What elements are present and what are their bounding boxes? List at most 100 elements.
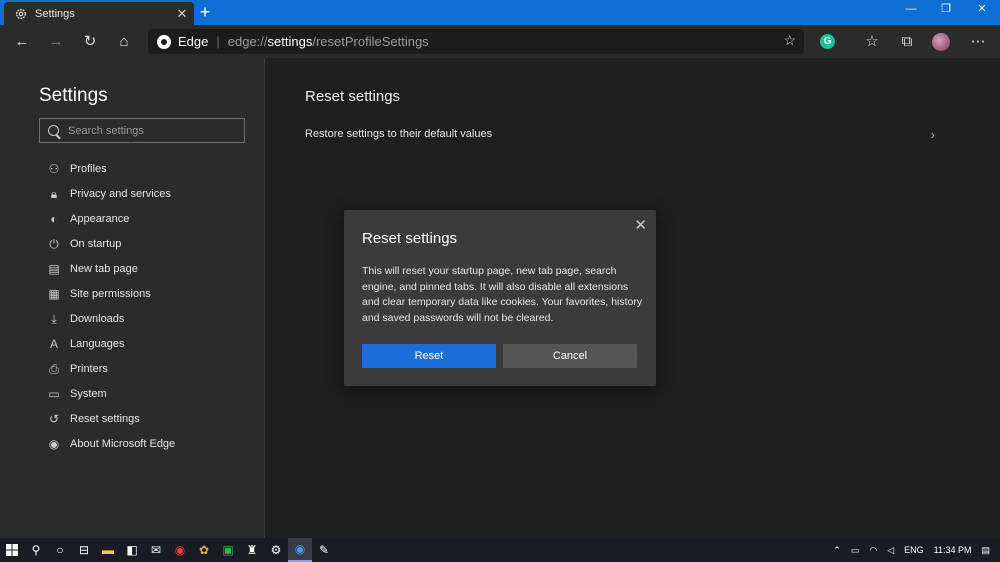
url-scheme: edge://: [227, 34, 268, 49]
palette-icon: ◐: [50, 211, 58, 226]
address-bar[interactable]: Edge | edge://settings/resetProfileSetti…: [148, 29, 804, 54]
home-icon[interactable]: ⌂: [113, 31, 135, 53]
settings-nav: ⚇ Profiles 🔒︎ Privacy and services ◐ Appear…: [47, 156, 175, 456]
search-box[interactable]: [39, 118, 245, 143]
restore-defaults-label: Restore settings to their default values: [305, 128, 493, 140]
sidebar-item-languages[interactable]: A Languages: [47, 331, 175, 356]
forward-icon[interactable]: →: [45, 31, 67, 53]
minimize-button[interactable]: —: [893, 0, 929, 20]
lock-icon: 🔒︎: [50, 186, 58, 201]
notifications-icon[interactable]: ▤: [981, 545, 990, 556]
back-icon[interactable]: ←: [11, 31, 33, 53]
download-icon: ⤓: [51, 311, 57, 326]
dialog-title: Reset settings: [362, 230, 458, 247]
camtasia-icon[interactable]: ▣: [216, 538, 240, 562]
file-explorer-icon[interactable]: ▬: [96, 538, 120, 562]
title-bar: Settings ✕ + — ❐ ✕: [0, 0, 1000, 25]
chrome-icon[interactable]: ◉: [168, 538, 192, 562]
settings-icon[interactable]: ⚙: [264, 538, 288, 562]
reset-settings-dialog: ✕ Reset settings This will reset your st…: [344, 210, 656, 386]
edge-taskbar-icon[interactable]: ◉: [288, 538, 312, 562]
sidebar-item-label: Languages: [70, 337, 125, 350]
favorites-icon[interactable]: ☆: [861, 31, 883, 53]
tab-close-icon[interactable]: ✕: [176, 6, 188, 22]
url-host: settings: [267, 34, 313, 49]
sidebar-item-label: Site permissions: [70, 287, 151, 300]
store-icon[interactable]: ◧: [120, 538, 144, 562]
volume-icon[interactable]: ◁: [887, 545, 894, 556]
page-title: Reset settings: [305, 88, 401, 105]
close-icon[interactable]: ✕: [634, 216, 647, 234]
sidebar-title: Settings: [39, 85, 108, 106]
site-name: Edge: [178, 34, 209, 49]
sidebar-item-label: On startup: [70, 237, 122, 250]
url-path: /resetProfileSettings: [312, 34, 429, 49]
sidebar-item-label: System: [70, 387, 107, 400]
favorite-star-icon[interactable]: ☆: [783, 32, 796, 49]
battery-icon[interactable]: ▭: [851, 545, 860, 556]
avatar[interactable]: [932, 33, 950, 51]
dialog-body: This will reset your startup page, new t…: [362, 265, 643, 324]
mail-icon[interactable]: ✉: [144, 538, 168, 562]
sidebar-item-downloads[interactable]: ⤓ Downloads: [47, 306, 175, 331]
sidebar-item-label: Downloads: [70, 312, 125, 325]
wifi-icon[interactable]: ◠: [869, 545, 877, 556]
edge-icon: ◉: [48, 436, 60, 451]
sidebar-item-appearance[interactable]: ◐ Appearance: [47, 206, 175, 231]
sidebar-item-site-permissions[interactable]: ▦ Site permissions: [47, 281, 175, 306]
printer-icon: ⎙: [49, 361, 59, 376]
tab-title: Settings: [35, 7, 75, 20]
sidebar-item-profiles[interactable]: ⚇ Profiles: [47, 156, 175, 181]
windows-start-icon[interactable]: [0, 538, 24, 562]
system-tray: ⌃ ▭ ◠ ◁ ENG 11:34 PM ▤: [828, 538, 1000, 562]
search-input[interactable]: [68, 124, 228, 137]
tab-settings[interactable]: Settings ✕: [4, 2, 194, 25]
sidebar-item-about[interactable]: ◉ About Microsoft Edge: [47, 431, 175, 456]
edge-icon: [157, 34, 171, 49]
sidebar-item-startup[interactable]: ⏻ On startup: [47, 231, 175, 256]
clock[interactable]: 11:34 PM: [934, 545, 972, 555]
settings-sidebar: Settings ⚇ Profiles 🔒︎ Privacy and service…: [0, 58, 265, 538]
gear-icon: [15, 8, 27, 19]
sidebar-item-label: Profiles: [70, 162, 107, 175]
languages-icon: A: [49, 336, 58, 351]
app2-icon[interactable]: ♜: [240, 538, 264, 562]
person-icon: ⚇: [48, 161, 60, 176]
restore-button[interactable]: ❐: [928, 0, 964, 20]
reset-button[interactable]: Reset: [362, 344, 496, 368]
laptop-icon: ▭: [48, 386, 60, 401]
restore-defaults-row[interactable]: Restore settings to their default values…: [305, 127, 935, 144]
sidebar-item-new-tab[interactable]: ▤ New tab page: [47, 256, 175, 281]
new-tab-button[interactable]: +: [196, 1, 214, 23]
cortana-icon[interactable]: ○: [48, 538, 72, 562]
language-indicator[interactable]: ENG: [904, 545, 924, 555]
more-icon[interactable]: ⋯: [967, 31, 989, 53]
permissions-icon: ▦: [48, 286, 60, 301]
search-icon[interactable]: ⚲: [24, 538, 48, 562]
sidebar-item-label: Appearance: [70, 212, 130, 225]
browser-toolbar: ← → ↻ ⌂ Edge | edge://settings/resetProf…: [0, 25, 1000, 58]
task-view-icon[interactable]: ⊟: [72, 538, 96, 562]
refresh-icon[interactable]: ↻: [79, 31, 101, 53]
taskbar: ⚲ ○ ⊟ ▬ ◧ ✉ ◉ ✿ ▣ ♜ ⚙ ◉ ✎ ⌃ ▭ ◠ ◁ ENG 11…: [0, 538, 1000, 562]
collections-icon[interactable]: ⧉: [896, 31, 918, 53]
sidebar-item-reset-settings[interactable]: ↺ Reset settings: [47, 406, 175, 431]
paint-icon[interactable]: ✎: [312, 538, 336, 562]
power-icon: ⏻: [49, 236, 59, 251]
search-icon: [48, 125, 59, 136]
app-icon[interactable]: ✿: [192, 538, 216, 562]
close-window-button[interactable]: ✕: [964, 0, 1000, 20]
sidebar-item-label: Reset settings: [70, 412, 140, 425]
address-separator: |: [216, 34, 220, 49]
sidebar-item-privacy[interactable]: 🔒︎ Privacy and services: [47, 181, 175, 206]
cancel-button[interactable]: Cancel: [503, 344, 637, 368]
reset-icon: ↺: [48, 411, 60, 426]
chevron-right-icon: ›: [930, 127, 935, 142]
sidebar-item-label: New tab page: [70, 262, 138, 275]
sidebar-item-printers[interactable]: ⎙ Printers: [47, 356, 175, 381]
chevron-up-icon[interactable]: ⌃: [833, 545, 841, 556]
sidebar-item-system[interactable]: ▭ System: [47, 381, 175, 406]
sidebar-item-label: Privacy and services: [70, 187, 171, 200]
sidebar-item-label: Printers: [70, 362, 108, 375]
grammarly-icon[interactable]: G: [820, 34, 835, 49]
